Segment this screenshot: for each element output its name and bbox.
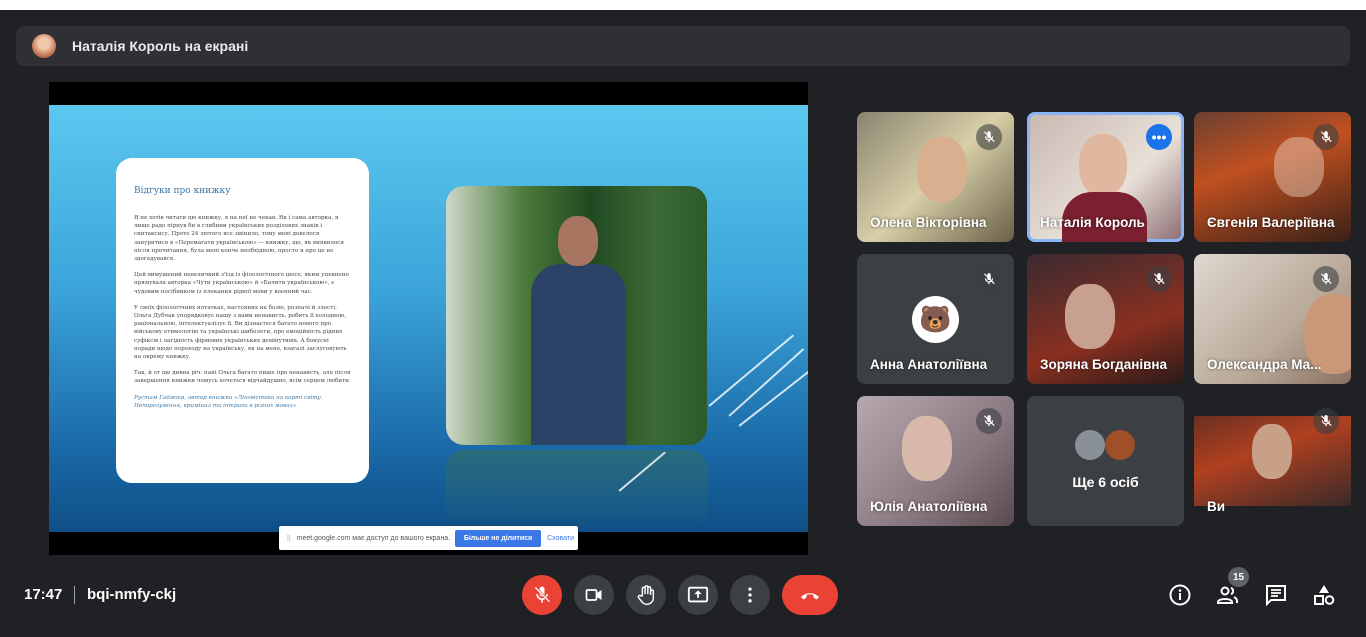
participant-tile[interactable]: 🐻 Анна Анатоліївна [857, 254, 1014, 384]
review-paragraph: Цей вимушений невеличкий з'їзд із філоло… [134, 272, 349, 295]
leave-call-button[interactable] [782, 575, 838, 615]
mic-off-icon [1146, 266, 1172, 292]
participant-avatar: 🐻 [912, 296, 959, 343]
review-paragraph: Так, й от ще дивна річ: пані Ольга багат… [134, 370, 351, 385]
review-paragraph: У своїх філологічних нотатках, настояних… [134, 304, 347, 361]
microphone-toggle-button[interactable] [522, 575, 562, 615]
browser-top-strip [0, 0, 1366, 10]
presenter-text: Наталія Король на екрані [72, 38, 249, 54]
end-call-icon [801, 593, 819, 600]
participant-name: Євгенія Валеріївна [1207, 215, 1335, 230]
presenter-banner: Наталія Король на екрані [16, 26, 1350, 66]
more-options-button[interactable] [730, 575, 770, 615]
author-photo [446, 186, 707, 445]
participant-name: Зоряна Богданівна [1040, 357, 1168, 372]
mic-off-icon [976, 124, 1002, 150]
present-screen-button[interactable] [678, 575, 718, 615]
hand-icon [637, 585, 655, 605]
meeting-details-button[interactable] [1167, 582, 1193, 608]
review-card: Відгуки про книжку Я не хотів читати цю … [116, 158, 369, 483]
review-paragraph: Я не хотів читати цю книжку, я на неї не… [134, 215, 344, 263]
decor-line [738, 351, 808, 427]
mic-off-icon [976, 408, 1002, 434]
participant-name: Олександра Ма... [1207, 357, 1322, 372]
presenter-avatar [32, 34, 56, 58]
meeting-code[interactable]: bqi-nmfy-ckj [87, 586, 176, 603]
screen-share-view: Відгуки про книжку Я не хотів читати цю … [49, 82, 808, 555]
camera-toggle-button[interactable] [574, 575, 614, 615]
stop-sharing-button[interactable]: Більше не ділитися [454, 529, 542, 547]
participant-avatar [1075, 430, 1105, 460]
more-options-icon[interactable]: ••• [1146, 124, 1172, 150]
present-icon [687, 586, 709, 603]
participant-name: Юлія Анатоліївна [870, 499, 988, 514]
participant-name: Ви [1207, 499, 1226, 514]
participant-avatar [1105, 430, 1135, 460]
participant-tile[interactable]: Зоряна Богданівна [1027, 254, 1184, 384]
more-participants-tile[interactable]: Ще 6 осіб [1027, 396, 1184, 526]
chat-icon [1266, 585, 1286, 607]
participant-name: Наталія Король [1040, 215, 1145, 230]
more-participants-label: Ще 6 осіб [1072, 474, 1139, 490]
mic-off-icon [1313, 408, 1339, 434]
mic-off-icon [1313, 266, 1339, 292]
activities-button[interactable] [1311, 582, 1337, 608]
participant-tile[interactable]: ••• Наталія Король [1027, 112, 1184, 242]
photo-reflection [446, 450, 707, 530]
participant-tile[interactable]: Ви [1194, 396, 1351, 526]
participant-tile[interactable]: Олена Вікторівна [857, 112, 1014, 242]
hide-button[interactable]: Сховати [547, 535, 574, 542]
review-signature: Рустам Гаджієв, автор книжки «Лінгвістик… [134, 394, 323, 409]
raise-hand-button[interactable] [626, 575, 666, 615]
more-vert-icon [748, 587, 752, 603]
people-icon [1217, 586, 1238, 604]
share-message: meet.google.com має доступ до вашого екр… [296, 534, 451, 542]
participant-tile[interactable]: Олександра Ма... [1194, 254, 1351, 384]
camera-icon [585, 589, 602, 601]
info-icon [1169, 584, 1191, 606]
participant-name: Олена Вікторівна [870, 215, 987, 230]
mic-off-icon [534, 586, 551, 603]
participant-tile[interactable]: Євгенія Валеріївна [1194, 112, 1351, 242]
chat-button[interactable] [1263, 582, 1289, 608]
slide-title: Відгуки про книжку [134, 186, 231, 196]
participant-name: Анна Анатоліївна [870, 357, 988, 372]
participant-tile[interactable]: Юлія Анатоліївна [857, 396, 1014, 526]
mic-off-icon [976, 266, 1002, 292]
screen-share-notification: || meet.google.com має доступ до вашого … [279, 526, 578, 550]
meeting-time: 17:47 [24, 586, 63, 603]
divider [74, 586, 75, 604]
activities-icon [1314, 585, 1335, 605]
people-button[interactable] [1215, 582, 1241, 608]
mic-off-icon [1313, 124, 1339, 150]
drag-handle-icon[interactable]: || [287, 535, 291, 542]
presentation-slide: Відгуки про книжку Я не хотів читати цю … [49, 105, 808, 532]
